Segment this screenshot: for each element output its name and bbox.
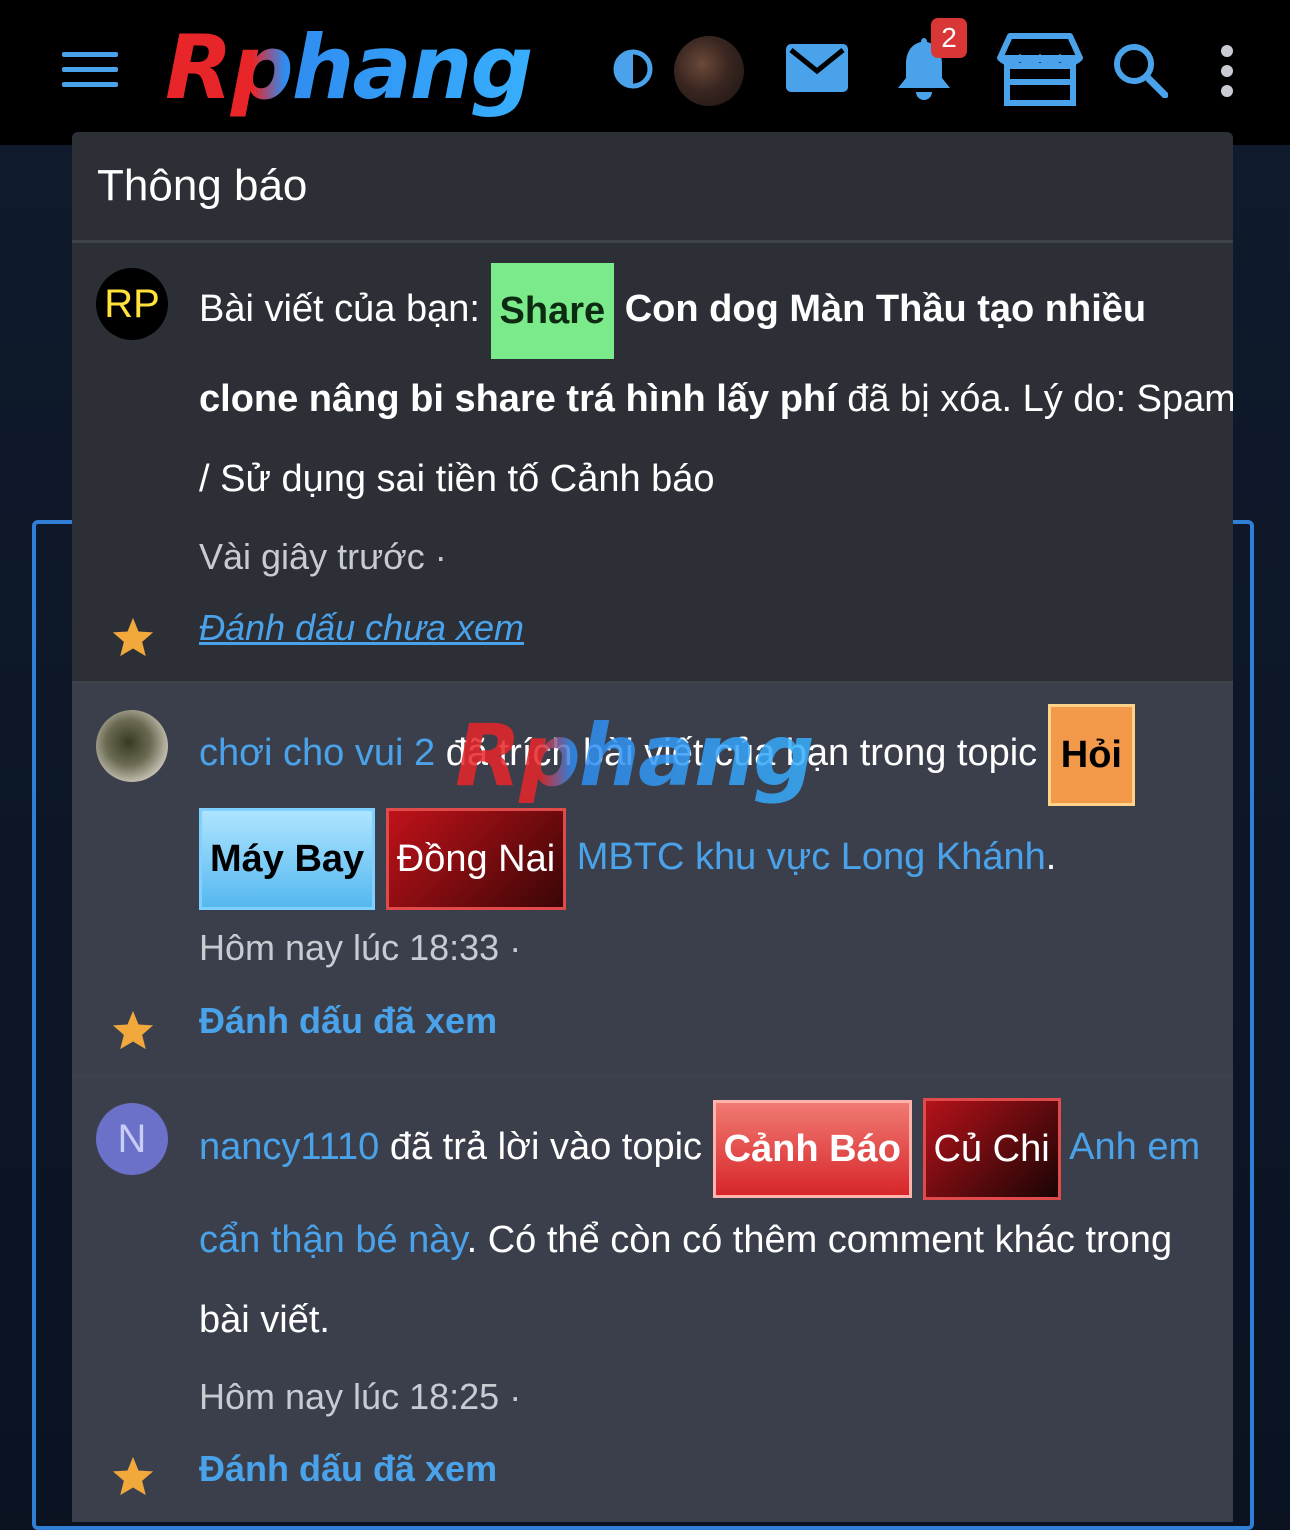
tag-canh-bao: Cảnh Báo bbox=[712, 1099, 912, 1198]
timestamp: Vài giây trước bbox=[199, 535, 425, 577]
notification-reason-cont: / Sử dụng sai tiền tố Cảnh báo bbox=[199, 457, 715, 500]
notification-body: Bài viết của bạn: Share Con dog Màn Thầu… bbox=[199, 261, 1233, 661]
star-icon[interactable] bbox=[111, 1009, 155, 1051]
notification-reason: đã bị xóa. Lý do: Spam bbox=[847, 377, 1233, 420]
store-icon[interactable] bbox=[996, 32, 1084, 106]
notification-more-cont: bài viết. bbox=[199, 1298, 330, 1341]
tag-share: Share bbox=[490, 262, 615, 359]
separator-dot: · bbox=[509, 1375, 522, 1417]
notification-item[interactable]: RP Bài viết của bạn: Share Con dog Màn T… bbox=[72, 243, 1233, 684]
user-link[interactable]: nancy1110 bbox=[199, 1126, 379, 1168]
avatar[interactable]: N bbox=[96, 1103, 168, 1175]
top-bar: Rphang 2 bbox=[0, 0, 1290, 145]
topic-link[interactable]: MBTC khu vực Long Khánh bbox=[577, 836, 1046, 878]
mark-read-link[interactable]: Đánh dấu đã xem bbox=[199, 1000, 497, 1041]
tag-cu-chi: Củ Chi bbox=[922, 1097, 1061, 1200]
star-icon[interactable] bbox=[111, 1455, 155, 1497]
notification-body: nancy1110 đã trả lời vào topic Cảnh Báo … bbox=[199, 1097, 1207, 1504]
notification-item[interactable]: chơi cho vui 2 đã trích bài viết của bạn… bbox=[72, 684, 1233, 1077]
user-link[interactable]: chơi cho vui 2 bbox=[199, 732, 435, 774]
contrast-icon[interactable] bbox=[612, 48, 654, 90]
topic-link[interactable]: Anh em bbox=[1069, 1126, 1200, 1168]
notification-more: . Có thể còn có thêm comment khác trong bbox=[466, 1218, 1173, 1261]
tag-may-bay: Máy Bay bbox=[199, 807, 376, 910]
star-icon[interactable] bbox=[111, 616, 155, 658]
notification-count-badge: 2 bbox=[931, 18, 967, 58]
topic-link-cont[interactable]: cẩn thận bé này bbox=[199, 1219, 467, 1261]
more-icon[interactable] bbox=[1218, 44, 1236, 98]
site-logo[interactable]: Rphang bbox=[165, 18, 565, 118]
tag-hoi: Hỏi bbox=[1047, 703, 1135, 806]
search-icon[interactable] bbox=[1112, 42, 1168, 98]
notification-body: chơi cho vui 2 đã trích bài viết của bạn… bbox=[199, 702, 1207, 1056]
tag-dong-nai: Đồng Nai bbox=[385, 807, 567, 910]
user-avatar[interactable] bbox=[674, 36, 744, 106]
notifications-dropdown: Thông báo RP Bài viết của bạn: Share Con… bbox=[72, 132, 1233, 1522]
avatar[interactable] bbox=[96, 710, 168, 782]
post-title-cont: clone nâng bi share trá hình lấy phí bbox=[199, 377, 837, 420]
notification-prefix: Bài viết của bạn: bbox=[199, 288, 480, 330]
avatar[interactable]: RP bbox=[96, 268, 168, 340]
timestamp: Hôm nay lúc 18:25 bbox=[199, 1375, 500, 1417]
mark-read-link[interactable]: Đánh dấu đã xem bbox=[199, 1448, 497, 1489]
post-title: Con dog Màn Thầu tạo nhiều bbox=[624, 288, 1147, 330]
timestamp: Hôm nay lúc 18:33 bbox=[199, 926, 500, 968]
menu-icon[interactable] bbox=[62, 52, 118, 88]
notification-verb: đã trả lời vào topic bbox=[389, 1126, 703, 1168]
notification-item[interactable]: N nancy1110 đã trả lời vào topic Cảnh Bá… bbox=[72, 1077, 1233, 1522]
separator-dot: · bbox=[434, 535, 447, 577]
mark-unread-link[interactable]: Đánh dấu chưa xem bbox=[199, 607, 524, 648]
notification-verb: đã trích bài viết của bạn trong topic bbox=[445, 732, 1038, 774]
separator-dot: · bbox=[509, 926, 522, 968]
period: . bbox=[1045, 835, 1057, 878]
mail-icon[interactable] bbox=[786, 44, 848, 92]
panel-title: Thông báo bbox=[72, 132, 1233, 243]
